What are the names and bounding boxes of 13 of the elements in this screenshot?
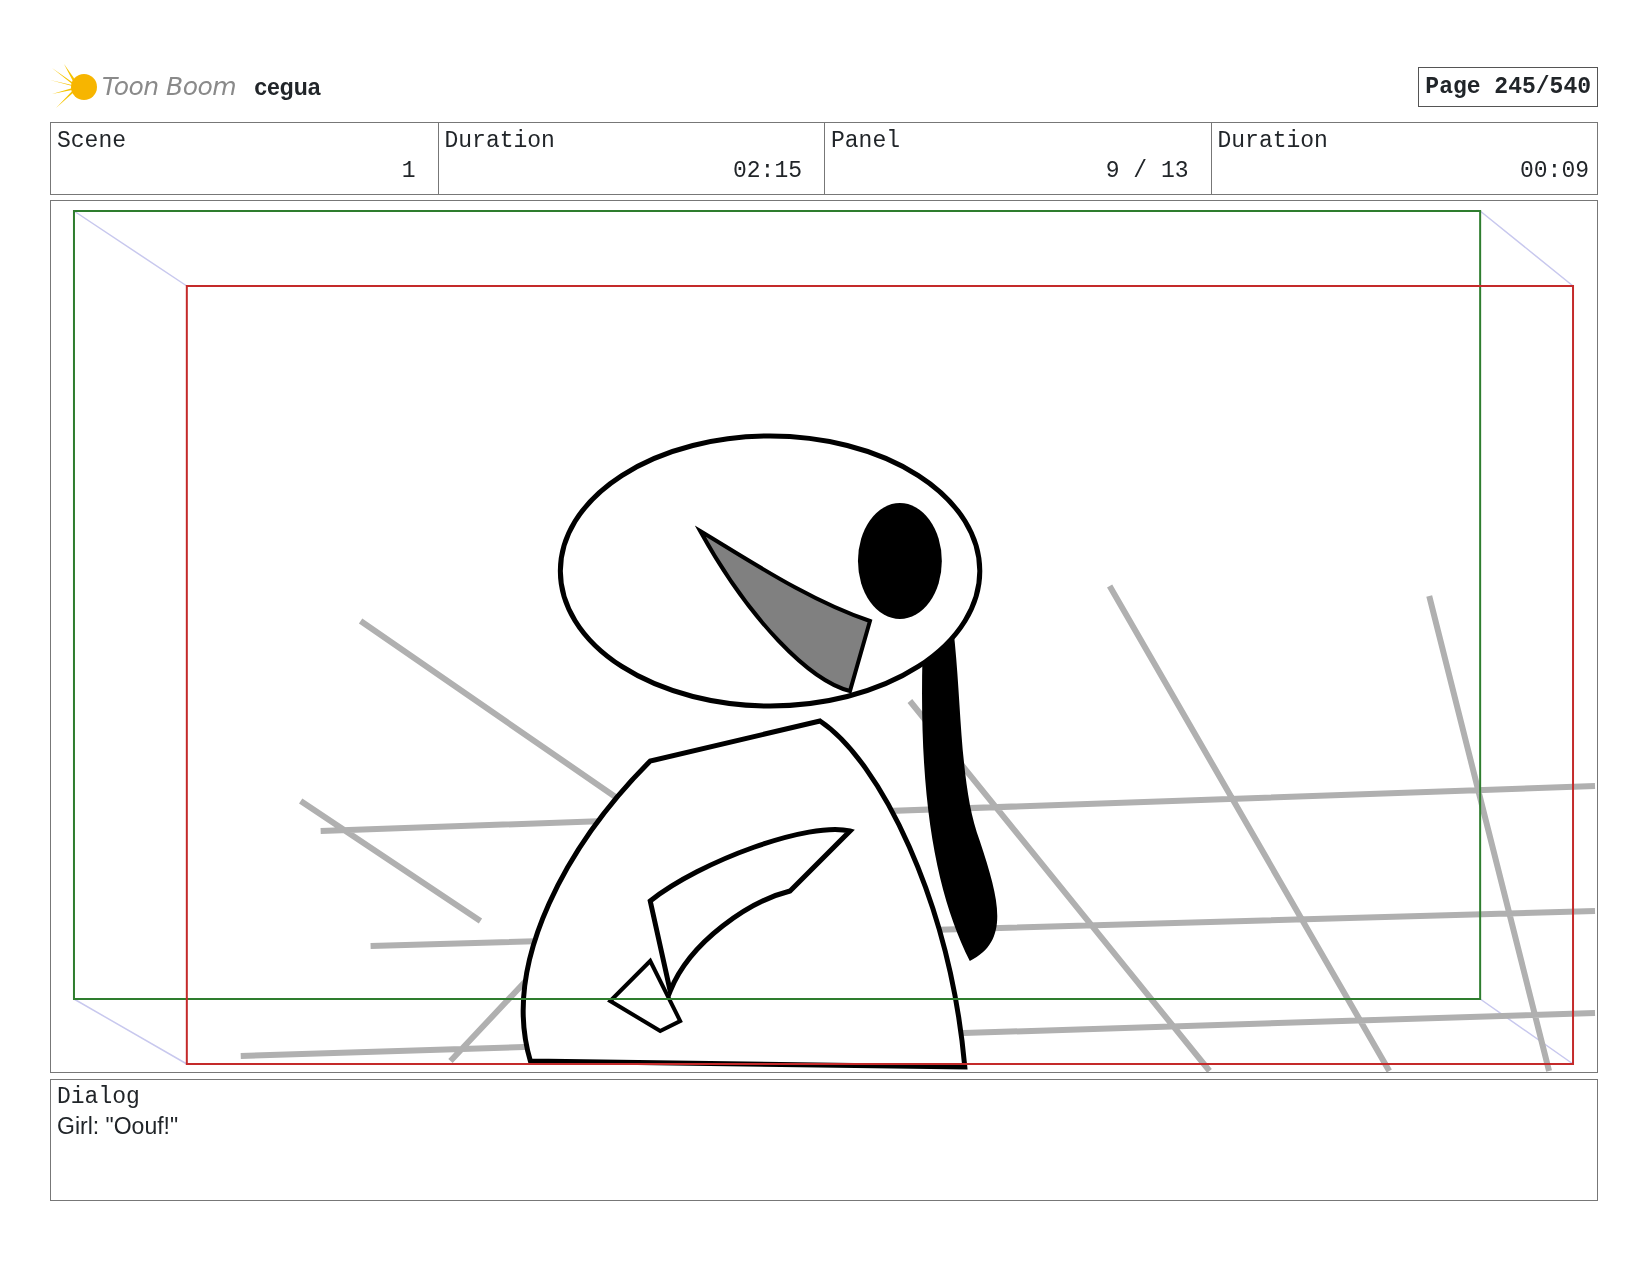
dialog-text: Girl: "Oouf!": [57, 1111, 180, 1141]
field-label: Duration: [1217, 127, 1329, 156]
field-value: 9 / 13: [1104, 156, 1189, 186]
project-name: cegua: [254, 72, 321, 102]
dialog-label: Dialog: [57, 1084, 141, 1112]
field-label: Duration: [444, 127, 556, 156]
field-label: Scene: [57, 127, 127, 156]
field-value: 1: [400, 156, 416, 186]
field-value: 02:15: [732, 156, 802, 186]
logo-text: Toon Boom: [102, 71, 237, 104]
field-label: Panel: [831, 127, 901, 156]
field-value: 00:09: [1519, 156, 1589, 186]
page-number: Page 245/540: [1418, 66, 1598, 108]
